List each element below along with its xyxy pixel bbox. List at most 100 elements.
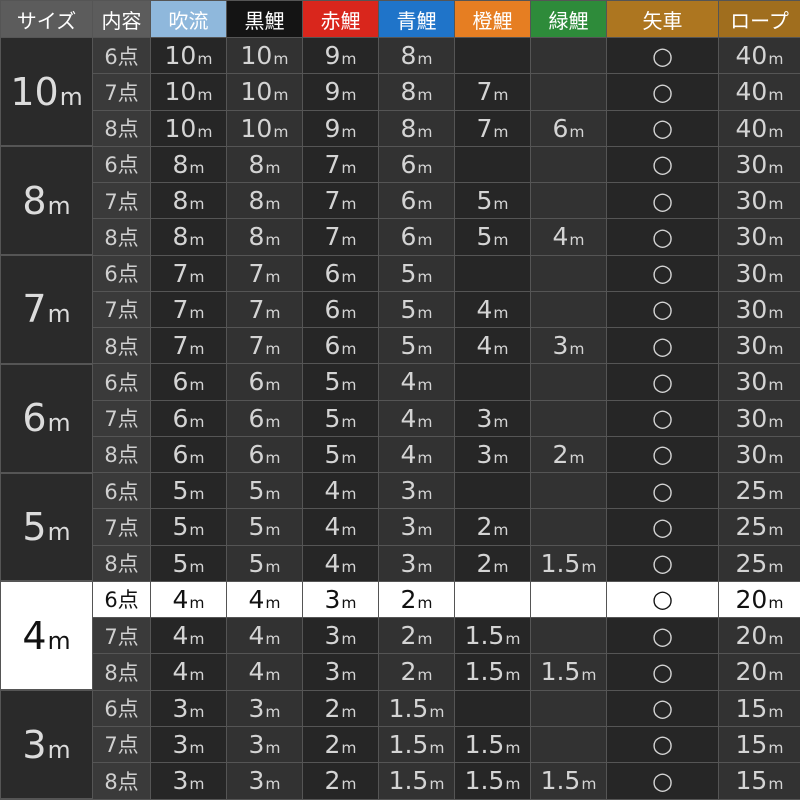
count-cell: 8点 bbox=[92, 435, 151, 474]
value-cell: 10m bbox=[226, 36, 303, 75]
value-cell bbox=[530, 73, 607, 111]
table-row: 7m 6点 7m 7m 6m 5m ○ 30m bbox=[0, 254, 800, 365]
value-cell: 3m bbox=[226, 689, 303, 727]
yaguruma-cell: ○ bbox=[606, 725, 719, 764]
value-cell: 5m bbox=[150, 471, 227, 510]
value-cell bbox=[530, 580, 607, 619]
value-cell: 3m bbox=[302, 580, 379, 619]
value-cell: 30m bbox=[718, 399, 800, 437]
value-cell: 25m bbox=[718, 508, 800, 546]
yaguruma-cell: ○ bbox=[606, 580, 719, 619]
yaguruma-cell: ○ bbox=[606, 218, 719, 256]
header-row: サイズ 内容 吹流 黒鯉 赤鯉 青鯉 橙鯉 緑鯉 矢車 ロープ bbox=[0, 0, 800, 38]
value-cell: 15m bbox=[718, 762, 800, 800]
table-row: 7点 5m 5m 4m 3m 2m ○ 25m bbox=[1, 508, 800, 546]
table-body: 10m 6点 10m 10m 9m 8m ○ 40m 7点 10m 10m 9m 8m 7m ○ 40m 8点 1… bbox=[0, 36, 800, 800]
value-cell: 1.5m bbox=[378, 725, 455, 764]
value-cell: 4m bbox=[302, 471, 379, 510]
value-cell: 5m bbox=[454, 218, 531, 256]
yaguruma-cell: ○ bbox=[606, 508, 719, 546]
value-cell: 3m bbox=[150, 762, 227, 800]
value-cell: 8m bbox=[226, 181, 303, 220]
count-cell: 7点 bbox=[92, 73, 151, 111]
value-cell: 1.5m bbox=[378, 762, 455, 800]
value-cell bbox=[454, 254, 531, 292]
value-cell bbox=[530, 471, 607, 510]
value-cell bbox=[530, 508, 607, 546]
count-cell: 6点 bbox=[92, 580, 151, 619]
table-row: 8点 4m 4m 3m 2m 1.5m 1.5m ○ 20m bbox=[1, 653, 800, 691]
table-row: 7点 10m 10m 9m 8m 7m ○ 40m bbox=[1, 73, 800, 111]
yaguruma-cell: ○ bbox=[606, 399, 719, 437]
value-cell: 6m bbox=[302, 326, 379, 365]
value-cell bbox=[530, 363, 607, 401]
table-row: 7点 4m 4m 3m 2m 1.5m ○ 20m bbox=[1, 616, 800, 655]
value-cell: 4m bbox=[378, 399, 455, 437]
value-cell: 2m bbox=[454, 544, 531, 582]
value-cell: 5m bbox=[454, 181, 531, 220]
value-cell bbox=[530, 399, 607, 437]
value-cell: 2m bbox=[378, 653, 455, 691]
value-cell bbox=[454, 689, 531, 727]
koinobori-size-table: サイズ 内容 吹流 黒鯉 赤鯉 青鯉 橙鯉 緑鯉 矢車 ロープ 10m 6点 10m 10m 9m 8m ○ 4… bbox=[0, 0, 800, 800]
value-cell: 3m bbox=[378, 544, 455, 582]
yaguruma-cell: ○ bbox=[606, 73, 719, 111]
value-cell: 3m bbox=[302, 653, 379, 691]
table-row: 4m 6点 4m 4m 3m 2m ○ 20m bbox=[0, 580, 800, 691]
value-cell: 7m bbox=[454, 109, 531, 147]
value-cell: 4m bbox=[454, 326, 531, 365]
value-cell: 8m bbox=[150, 218, 227, 256]
value-cell bbox=[530, 689, 607, 727]
value-cell: 30m bbox=[718, 181, 800, 220]
value-cell: 3m bbox=[302, 616, 379, 655]
value-cell: 7m bbox=[150, 254, 227, 292]
value-cell: 2m bbox=[302, 689, 379, 727]
count-cell: 6点 bbox=[92, 36, 151, 75]
value-cell: 7m bbox=[454, 73, 531, 111]
value-cell: 5m bbox=[302, 399, 379, 437]
column-header-5: 青鯉 bbox=[378, 0, 455, 38]
count-cell: 6点 bbox=[92, 471, 151, 510]
table-row: 8点 5m 5m 4m 3m 2m 1.5m ○ 25m bbox=[1, 544, 800, 582]
value-cell: 6m bbox=[150, 363, 227, 401]
table-row: 6m 6点 6m 6m 5m 4m ○ 30m bbox=[0, 363, 800, 474]
value-cell: 3m bbox=[226, 725, 303, 764]
value-cell bbox=[454, 145, 531, 184]
column-header-0: サイズ bbox=[0, 0, 93, 38]
value-cell: 25m bbox=[718, 544, 800, 582]
value-cell: 4m bbox=[378, 363, 455, 401]
table-row: 8m 6点 8m 8m 7m 6m ○ 30m bbox=[0, 145, 800, 256]
value-cell: 1.5m bbox=[530, 653, 607, 691]
value-cell: 40m bbox=[718, 73, 800, 111]
value-cell: 6m bbox=[150, 399, 227, 437]
column-header-1: 内容 bbox=[92, 0, 151, 38]
value-cell: 1.5m bbox=[530, 544, 607, 582]
count-cell: 8点 bbox=[92, 109, 151, 147]
column-header-4: 赤鯉 bbox=[302, 0, 379, 38]
yaguruma-cell: ○ bbox=[606, 762, 719, 800]
value-cell: 3m bbox=[454, 399, 531, 437]
value-cell: 7m bbox=[150, 290, 227, 329]
table-row: 7点 7m 7m 6m 5m 4m ○ 30m bbox=[1, 290, 800, 329]
size-cell: 4m bbox=[0, 580, 93, 691]
value-cell: 4m bbox=[150, 580, 227, 619]
value-cell: 8m bbox=[226, 218, 303, 256]
value-cell: 20m bbox=[718, 580, 800, 619]
value-cell: 1.5m bbox=[454, 616, 531, 655]
table-row: 3m 6点 3m 3m 2m 1.5m ○ 15m bbox=[0, 689, 800, 800]
table-row: 5m 6点 5m 5m 4m 3m ○ 25m bbox=[0, 471, 800, 583]
value-cell: 3m bbox=[454, 435, 531, 474]
yaguruma-cell: ○ bbox=[606, 653, 719, 691]
yaguruma-cell: ○ bbox=[606, 471, 719, 510]
value-cell: 30m bbox=[718, 326, 800, 365]
value-cell: 30m bbox=[718, 290, 800, 329]
value-cell: 5m bbox=[226, 544, 303, 582]
value-cell: 8m bbox=[150, 181, 227, 220]
value-cell: 6m bbox=[378, 181, 455, 220]
yaguruma-cell: ○ bbox=[606, 145, 719, 184]
value-cell: 1.5m bbox=[378, 689, 455, 727]
value-cell: 7m bbox=[150, 326, 227, 365]
value-cell: 3m bbox=[150, 725, 227, 764]
value-cell: 4m bbox=[226, 580, 303, 619]
value-cell: 5m bbox=[302, 363, 379, 401]
